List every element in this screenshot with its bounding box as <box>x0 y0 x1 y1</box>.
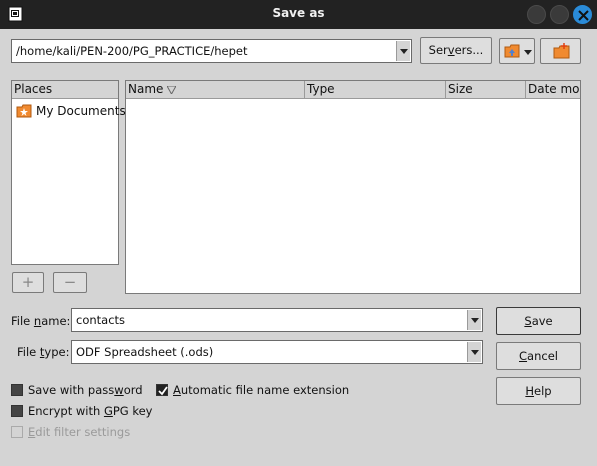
places-item-label: My Documents <box>36 104 126 118</box>
title-bar[interactable]: Save as <box>0 0 597 29</box>
file-type-label-c: ype: <box>44 345 70 359</box>
checkmark-icon <box>158 386 168 396</box>
file-name-label-a: File <box>11 314 34 328</box>
folder-up-icon <box>504 44 520 58</box>
automatic-extension-label[interactable]: Automatic file name extension <box>173 383 349 397</box>
chevron-down-icon <box>524 50 532 55</box>
encrypt-gpg-label[interactable]: Encrypt with GPG key <box>28 404 153 418</box>
edit-filter-settings-checkbox[interactable] <box>11 426 23 438</box>
servers-label-c: ers... <box>454 43 484 57</box>
file-list[interactable]: Name Type Size Date modi <box>125 80 581 294</box>
new-folder-icon <box>553 43 570 59</box>
help-label-b: elp <box>534 384 552 398</box>
file-type-select[interactable]: ODF Spreadsheet (.ods) <box>71 340 483 364</box>
file-name-combobox[interactable]: contacts <box>71 308 483 332</box>
chevron-down-icon[interactable] <box>467 342 481 362</box>
close-icon <box>578 10 589 21</box>
column-header-date-modified[interactable]: Date modi <box>526 81 580 99</box>
opt-c: utomatic file name extension <box>180 383 350 397</box>
file-type-label-a: File <box>17 345 40 359</box>
chevron-down-icon[interactable] <box>396 41 410 61</box>
new-folder-button[interactable] <box>540 38 581 64</box>
servers-label-a: Ser <box>428 43 448 57</box>
save-label-b: ave <box>531 314 553 328</box>
up-one-level-button[interactable] <box>499 38 535 64</box>
encrypt-gpg-checkbox[interactable] <box>11 405 23 417</box>
opt-b: A <box>173 383 181 397</box>
servers-button[interactable]: Servers... <box>420 37 492 64</box>
path-combobox[interactable]: /home/kali/PEN-200/PG_PRACTICE/hepet <box>11 39 412 63</box>
file-name-value: contacts <box>76 313 126 327</box>
opt-c: PG key <box>112 404 153 418</box>
opt-c: ord <box>123 383 143 397</box>
column-header-name[interactable]: Name <box>126 81 305 99</box>
cancel-button[interactable]: Cancel <box>496 342 581 370</box>
file-type-label: File type: <box>17 345 69 359</box>
close-button[interactable] <box>573 5 592 24</box>
sort-descending-icon <box>167 85 177 94</box>
minimize-button[interactable] <box>527 5 546 24</box>
path-value: /home/kali/PEN-200/PG_PRACTICE/hepet <box>16 44 248 58</box>
save-button[interactable]: Save <box>496 307 581 335</box>
save-as-dialog: Save as /home/kali/PEN-200/PG_PRACTICE/h… <box>0 0 597 466</box>
opt-c: dit filter settings <box>35 425 131 439</box>
save-label-a: S <box>524 314 532 328</box>
maximize-button[interactable] <box>550 5 569 24</box>
automatic-extension-checkbox[interactable] <box>156 384 168 396</box>
add-place-button[interactable]: + <box>12 272 44 293</box>
save-with-password-checkbox[interactable] <box>11 384 23 396</box>
opt-a: Save with pass <box>28 383 115 397</box>
servers-label-b: v <box>447 43 455 57</box>
cancel-label-a: C <box>519 349 528 363</box>
documents-folder-icon <box>16 104 32 118</box>
help-label-a: H <box>525 384 535 398</box>
edit-filter-settings-label[interactable]: Edit filter settings <box>28 425 130 439</box>
file-type-value: ODF Spreadsheet (.ods) <box>76 345 214 359</box>
column-header-type[interactable]: Type <box>305 81 446 99</box>
cancel-label-b: ancel <box>527 349 558 363</box>
window-title: Save as <box>272 6 325 20</box>
places-header: Places <box>12 81 118 99</box>
opt-a: Encrypt with <box>28 404 104 418</box>
opt-b: G <box>103 404 113 418</box>
opt-b: w <box>114 383 124 397</box>
file-name-label-c: ame: <box>41 314 71 328</box>
save-with-password-label[interactable]: Save with password <box>28 383 143 397</box>
file-name-label: File name: <box>11 314 70 328</box>
help-button[interactable]: Help <box>496 377 581 405</box>
places-panel: Places My Documents <box>11 80 126 265</box>
remove-place-button[interactable]: − <box>53 272 87 293</box>
column-name-label: Name <box>128 82 164 96</box>
column-header-size[interactable]: Size <box>446 81 526 99</box>
chevron-down-icon[interactable] <box>467 310 481 330</box>
